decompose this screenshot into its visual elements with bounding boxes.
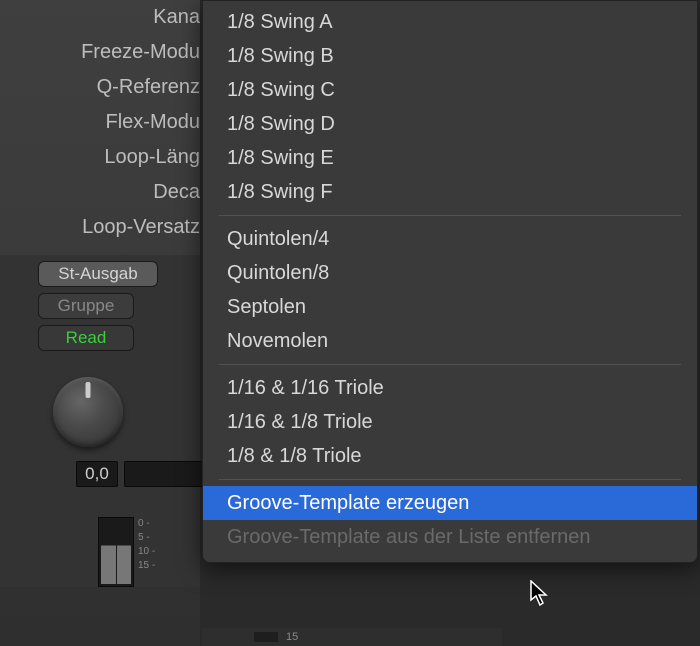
param-label: Deca (153, 181, 200, 204)
param-label: Loop-Versatz (82, 216, 200, 239)
param-decay: Deca (0, 175, 200, 210)
automation-read-button[interactable]: Read (38, 325, 134, 351)
quantize-menu: 1/8 Swing A 1/8 Swing B 1/8 Swing C 1/8 … (202, 0, 698, 563)
pan-knob-wrap (38, 377, 188, 447)
meter-bar-l (101, 520, 116, 584)
level-meter: 0 - 5 - 10 - 15 - (38, 517, 188, 587)
menu-item-16-8-triole[interactable]: 1/16 & 1/8 Triole (203, 405, 697, 439)
group-button[interactable]: Gruppe (38, 293, 134, 319)
menu-item-create-groove-template[interactable]: Groove-Template erzeugen (203, 486, 697, 520)
menu-item-swing-f[interactable]: 1/8 Swing F (203, 175, 697, 209)
stereo-output-button[interactable]: St-Ausgab (38, 261, 158, 287)
param-label: Flex-Modu (106, 111, 200, 134)
strip-tick: 15 (286, 631, 298, 643)
param-label: Loop-Läng (104, 146, 200, 169)
tick: 0 - (138, 517, 155, 531)
inspector-panel: Kana Freeze-Modu Q-Referenz Flex-Modu Lo… (0, 0, 200, 646)
channel-controls: St-Ausgab Gruppe Read 0,0 0 - 5 - 10 - 1… (0, 255, 200, 587)
fader-value[interactable]: 0,0 (76, 461, 118, 487)
menu-item-swing-a[interactable]: 1/8 Swing A (203, 5, 697, 39)
menu-separator (219, 215, 681, 216)
param-looplen: Loop-Läng (0, 140, 200, 175)
strip-segment (254, 632, 278, 642)
param-loopoffset: Loop-Versatz (0, 210, 200, 245)
meter-ticks: 0 - 5 - 10 - 15 - (138, 517, 155, 573)
param-freeze: Freeze-Modu (0, 35, 200, 70)
param-flex: Flex-Modu (0, 105, 200, 140)
menu-item-novemolen[interactable]: Novemolen (203, 324, 697, 358)
param-label: Kana (153, 6, 200, 29)
tick: 15 - (138, 559, 155, 573)
menu-item-quintolen8[interactable]: Quintolen/8 (203, 256, 697, 290)
menu-item-swing-d[interactable]: 1/8 Swing D (203, 107, 697, 141)
tick: 5 - (138, 531, 155, 545)
param-label: Freeze-Modu (81, 41, 200, 64)
param-label: Q-Referenz (97, 76, 200, 99)
tick: 10 - (138, 545, 155, 559)
peak-value[interactable] (124, 461, 204, 487)
menu-separator (219, 364, 681, 365)
param-kana: Kana (0, 0, 200, 35)
param-qref: Q-Referenz (0, 70, 200, 105)
menu-item-swing-b[interactable]: 1/8 Swing B (203, 39, 697, 73)
meter-bar-r (117, 520, 132, 584)
menu-item-swing-e[interactable]: 1/8 Swing E (203, 141, 697, 175)
menu-item-16-16-triole[interactable]: 1/16 & 1/16 Triole (203, 371, 697, 405)
menu-item-remove-groove-template: Groove-Template aus der Liste entfernen (203, 520, 697, 554)
mouse-cursor-icon (529, 580, 551, 608)
pan-knob[interactable] (53, 377, 123, 447)
bottom-strip: 15 (202, 628, 502, 646)
menu-item-8-8-triole[interactable]: 1/8 & 1/8 Triole (203, 439, 697, 473)
menu-item-septolen[interactable]: Septolen (203, 290, 697, 324)
menu-item-swing-c[interactable]: 1/8 Swing C (203, 73, 697, 107)
value-row: 0,0 (38, 461, 188, 487)
meter-bars (98, 517, 134, 587)
menu-separator (219, 479, 681, 480)
menu-item-quintolen4[interactable]: Quintolen/4 (203, 222, 697, 256)
